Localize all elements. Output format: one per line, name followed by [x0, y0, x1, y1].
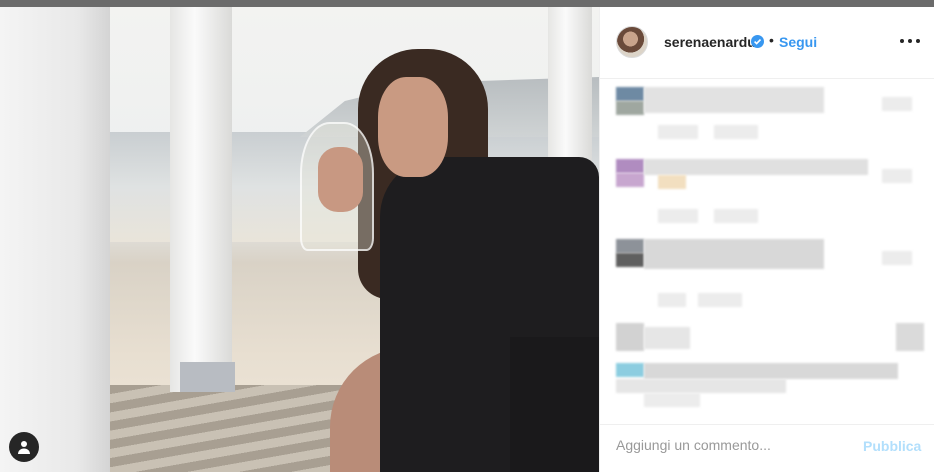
pixelated-avatar [616, 363, 644, 377]
pixelated-avatar [616, 159, 644, 173]
verified-badge-icon [751, 35, 764, 48]
photo-face [378, 77, 448, 177]
photo-column-base [180, 362, 235, 392]
pixelated-avatar [616, 173, 644, 187]
pixelated-avatar [616, 323, 644, 351]
pixelated-text [644, 159, 868, 175]
photo-hand [318, 147, 363, 212]
pixelated-text [698, 293, 742, 307]
comment-input[interactable] [616, 437, 846, 453]
post-side-panel: serenaenardu • Segui Aggiungi un comment… [599, 7, 934, 472]
avatar[interactable] [616, 26, 648, 58]
pixelated-text [616, 379, 786, 393]
pixelated-text [644, 327, 690, 349]
pixelated-text [644, 363, 898, 379]
pixelated-avatar [616, 239, 644, 253]
pixelated-text [658, 209, 698, 223]
more-dot [916, 39, 920, 43]
pixelated-avatar [616, 253, 644, 267]
pixelated-text [882, 251, 912, 265]
photo-skirt [510, 337, 599, 472]
photo-column-middle [170, 7, 232, 392]
user-tag-icon[interactable] [9, 432, 39, 462]
username-link[interactable]: serenaenardu [664, 34, 756, 50]
pixelated-avatar [616, 101, 644, 115]
pixelated-text [644, 87, 824, 113]
pixelated-text [896, 323, 924, 351]
post-header: serenaenardu • Segui [600, 7, 934, 79]
pixelated-text [644, 239, 824, 269]
pixelated-text [714, 125, 758, 139]
pixelated-text [658, 125, 698, 139]
post-photo[interactable] [0, 7, 599, 472]
more-dot [900, 39, 904, 43]
pixelated-text [714, 209, 758, 223]
separator-dot: • [769, 32, 774, 48]
pixelated-avatar [616, 87, 644, 101]
comments-list-pixelated [600, 79, 934, 424]
pixelated-text [882, 169, 912, 183]
publish-button[interactable]: Pubblica [863, 438, 921, 454]
user-silhouette-icon [18, 441, 30, 454]
photo-column-left [0, 7, 110, 472]
top-strip [0, 0, 934, 7]
comment-footer: Pubblica [600, 424, 934, 472]
pixelated-text [882, 97, 912, 111]
pixelated-text [644, 393, 700, 407]
more-dot [908, 39, 912, 43]
more-options-icon[interactable] [900, 31, 920, 51]
pixelated-text [658, 175, 686, 189]
follow-button[interactable]: Segui [779, 34, 817, 50]
pixelated-text [658, 293, 686, 307]
